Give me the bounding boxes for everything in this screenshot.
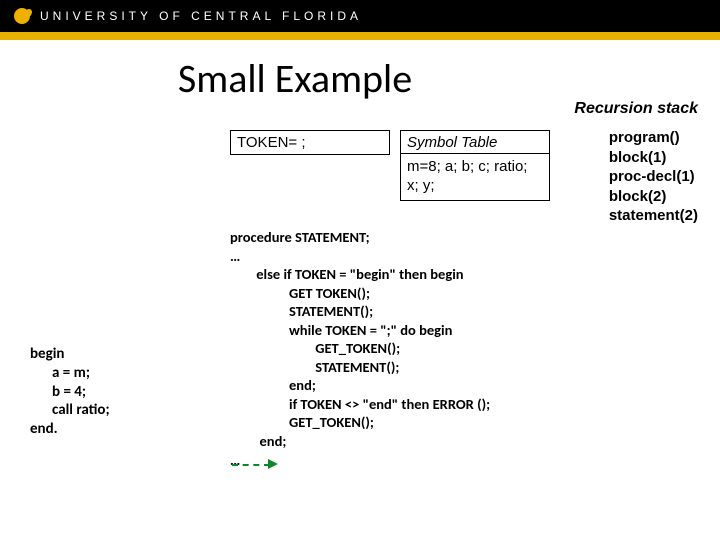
code-line: call ratio; [30, 401, 110, 420]
stack-item: block(2) [609, 187, 698, 207]
arrow-line [232, 464, 270, 466]
token-box: TOKEN= ; [230, 130, 390, 155]
accent-bar [0, 32, 720, 40]
symbol-table-heading: Symbol Table [400, 130, 550, 154]
arrow-head-icon [268, 459, 278, 469]
code-line: begin [30, 345, 110, 364]
code-line: b = 4; [30, 383, 110, 402]
stack-item: proc-decl(1) [609, 167, 698, 187]
stack-item: statement(2) [609, 206, 698, 226]
recursion-stack-heading: Recursion stack [574, 100, 698, 118]
code-line: end. [30, 420, 110, 439]
stack-item: block(1) [609, 148, 698, 168]
stack-item: program() [609, 128, 698, 148]
recursion-stack: program() block(1) proc-decl(1) block(2)… [609, 128, 698, 226]
symbol-table-values: m=8; a; b; c; ratio; x; y; [400, 153, 550, 201]
app-header: UNIVERSITY OF CENTRAL FLORIDA [0, 0, 720, 32]
slide-body: Small Example Recursion stack TOKEN= ; S… [0, 40, 720, 540]
brand-name: UNIVERSITY OF CENTRAL FLORIDA [40, 9, 362, 23]
procedure-code: procedure STATEMENT; … else if TOKEN = "… [230, 228, 490, 469]
arrow-icon [232, 460, 280, 470]
code-line: a = m; [30, 364, 110, 383]
ucf-logo-icon [14, 8, 30, 24]
page-title: Small Example [58, 54, 532, 103]
calling-code: begin a = m; b = 4; call ratio; end. [30, 345, 110, 439]
